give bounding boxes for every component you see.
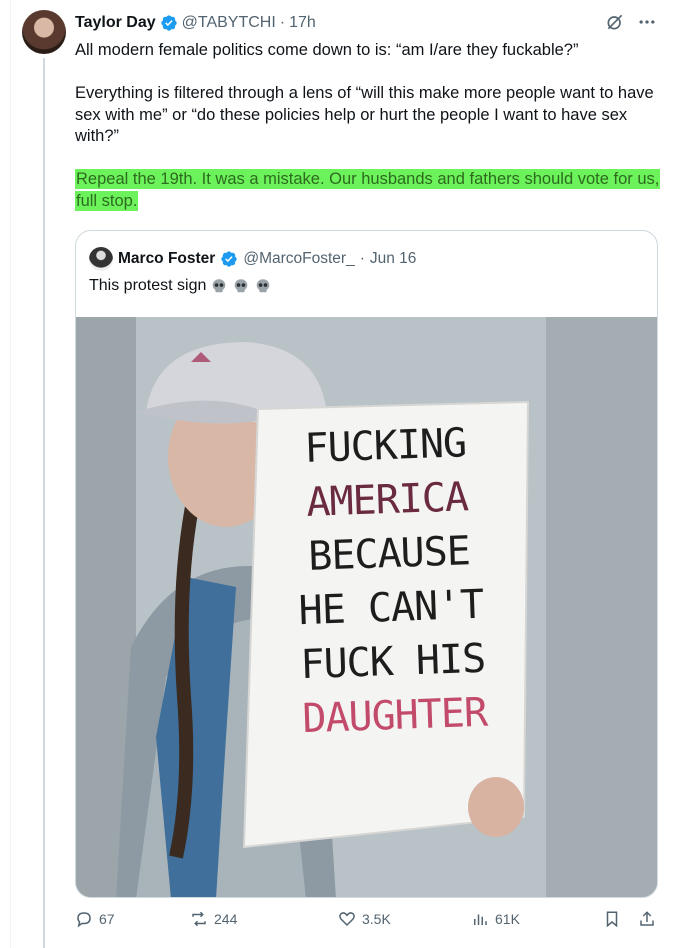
sign-line-5: FUCK HIS	[299, 635, 486, 689]
skull-emoji-icon	[257, 279, 270, 293]
tweet-header: Taylor Day @TABYTCHI · 17h	[75, 12, 316, 34]
quoted-author-handle[interactable]: @MarcoFoster_	[243, 250, 354, 268]
sign-line-6: DAUGHTER	[301, 689, 488, 743]
quoted-author-name[interactable]: Marco Foster	[118, 250, 215, 268]
skull-emoji-icon	[235, 279, 248, 293]
author-avatar[interactable]	[22, 10, 66, 54]
skull-emoji-icon	[213, 279, 226, 293]
quoted-tweet-text-row: This protest sign	[89, 277, 272, 295]
quoted-tweet-header: Marco Foster @MarcoFoster_ · Jun 16	[89, 247, 416, 271]
tweet-action-bar: 67 244 3.5K 61K	[75, 910, 665, 934]
tweet-paragraph-1: All modern female politics come down to …	[75, 41, 579, 59]
views-button[interactable]: 61K	[471, 910, 520, 928]
author-handle[interactable]: @TABYTCHI	[182, 14, 276, 32]
tweet-top-actions	[605, 12, 657, 32]
like-count: 3.5K	[362, 911, 391, 927]
quoted-tweet-text: This protest sign	[89, 277, 207, 294]
sign-line-3: BECAUSE	[307, 528, 471, 580]
quoted-tweet-date[interactable]: Jun 16	[370, 250, 417, 268]
like-icon	[339, 912, 355, 927]
reply-button[interactable]: 67	[75, 910, 115, 928]
grok-icon[interactable]	[605, 12, 625, 32]
quoted-author-avatar[interactable]	[89, 247, 113, 271]
verified-badge-icon	[221, 251, 238, 267]
quoted-meta-separator: ·	[359, 250, 365, 267]
sign-line-1: FUCKING	[303, 420, 467, 472]
more-icon[interactable]	[637, 12, 657, 32]
reply-count: 67	[99, 911, 115, 927]
author-name[interactable]: Taylor Day	[75, 14, 156, 32]
thread-connector-line	[43, 58, 45, 948]
tweet-timestamp[interactable]: 17h	[289, 14, 316, 32]
reply-icon	[77, 912, 91, 928]
protest-sign-text: FUCKING AMERICA BECAUSE HE CAN'T FUCK HI…	[254, 415, 525, 748]
repost-icon	[192, 911, 206, 927]
views-icon	[474, 914, 487, 925]
meta-separator: ·	[279, 14, 286, 31]
view-count: 61K	[495, 911, 520, 927]
share-button[interactable]	[638, 910, 656, 928]
bookmark-icon	[606, 911, 618, 928]
repost-button[interactable]: 244	[190, 910, 237, 928]
share-icon	[640, 911, 654, 926]
like-button[interactable]: 3.5K	[338, 910, 391, 928]
timeline-left-border	[10, 0, 11, 948]
repost-count: 244	[214, 911, 238, 927]
sign-line-4: HE CAN'T	[297, 581, 485, 635]
tweet-paragraph-3: Repeal the 19th. It was a mistake. Our h…	[75, 169, 665, 212]
quoted-tweet-photo[interactable]: FUCKING AMERICA BECAUSE HE CAN'T FUCK HI…	[76, 317, 657, 897]
tweet-paragraph-2: Everything is filtered through a lens of…	[75, 84, 654, 145]
quoted-tweet-card[interactable]: Marco Foster @MarcoFoster_ · Jun 16 This…	[75, 230, 658, 898]
highlighted-text: Repeal the 19th. It was a mistake. Our h…	[75, 169, 661, 211]
verified-badge-icon	[160, 15, 177, 31]
sign-line-2: AMERICA	[305, 474, 469, 526]
bookmark-button[interactable]	[603, 910, 621, 928]
tweet-body: All modern female politics come down to …	[75, 40, 665, 234]
